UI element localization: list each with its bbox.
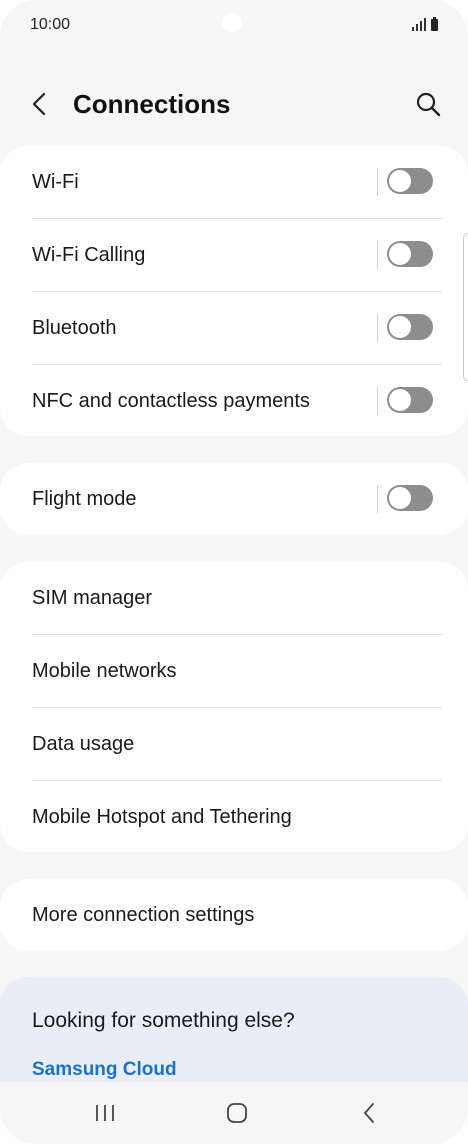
nfc-toggle[interactable] bbox=[387, 387, 433, 413]
settings-row-data-usage[interactable]: Data usage bbox=[32, 707, 442, 780]
row-label: Wi-Fi Calling bbox=[32, 243, 146, 266]
page-title: Connections bbox=[73, 89, 231, 119]
suggestion-title: Looking for something else? bbox=[32, 1009, 295, 1032]
row-label: Mobile networks bbox=[32, 659, 177, 682]
status-time: 10:00 bbox=[30, 16, 71, 33]
settings-row-sim-manager[interactable]: SIM manager bbox=[32, 562, 442, 634]
row-divider bbox=[377, 485, 378, 513]
battery-icon bbox=[431, 17, 438, 31]
suggestion-card: Looking for something else? Samsung Clou… bbox=[0, 977, 468, 1087]
search-button[interactable] bbox=[414, 90, 442, 118]
search-icon bbox=[416, 92, 441, 117]
toggle-knob bbox=[388, 242, 412, 266]
signal-bar-icon bbox=[420, 21, 422, 31]
row-label: Flight mode bbox=[32, 487, 137, 510]
status-bar: 10:00 bbox=[0, 0, 468, 50]
network-settings-group: SIM manager Mobile networks Data usage M… bbox=[0, 562, 468, 852]
row-label: NFC and contactless payments bbox=[32, 389, 310, 412]
back-button[interactable] bbox=[26, 90, 54, 118]
row-label: More connection settings bbox=[32, 903, 255, 926]
row-label: Wi-Fi bbox=[32, 170, 79, 193]
toggle-knob bbox=[388, 486, 412, 510]
toggle-knob bbox=[388, 169, 412, 193]
settings-row-nfc[interactable]: NFC and contactless payments bbox=[32, 364, 442, 437]
chevron-left-icon bbox=[32, 92, 46, 116]
signal-bar-icon bbox=[416, 24, 418, 31]
toggle-knob bbox=[388, 388, 412, 412]
samsung-cloud-link[interactable]: Samsung Cloud bbox=[32, 1059, 177, 1081]
wifi-calling-toggle[interactable] bbox=[387, 241, 433, 267]
settings-row-wifi[interactable]: Wi-Fi bbox=[32, 146, 442, 218]
more-settings-group: More connection settings bbox=[0, 879, 468, 951]
nav-back-button[interactable] bbox=[354, 1098, 384, 1128]
bluetooth-toggle[interactable] bbox=[387, 314, 433, 340]
row-divider bbox=[377, 168, 378, 196]
flight-mode-group: Flight mode bbox=[0, 463, 468, 535]
signal-battery-indicator bbox=[412, 17, 438, 31]
app-header: Connections bbox=[0, 70, 468, 140]
row-label: SIM manager bbox=[32, 586, 153, 609]
row-divider bbox=[377, 314, 378, 342]
row-divider bbox=[377, 387, 378, 415]
settings-row-bluetooth[interactable]: Bluetooth bbox=[32, 291, 442, 364]
system-nav-bar bbox=[0, 1082, 468, 1144]
settings-row-hotspot[interactable]: Mobile Hotspot and Tethering bbox=[32, 780, 442, 853]
phone-screen: 10:00 Connections Wi-Fi Wi-Fi Calling Bl… bbox=[0, 0, 468, 1144]
settings-row-more-connection[interactable]: More connection settings bbox=[32, 879, 442, 951]
row-divider bbox=[377, 241, 378, 269]
settings-row-wifi-calling[interactable]: Wi-Fi Calling bbox=[32, 218, 442, 291]
settings-row-flight-mode[interactable]: Flight mode bbox=[32, 463, 442, 535]
flight-mode-toggle[interactable] bbox=[387, 485, 433, 511]
row-label: Bluetooth bbox=[32, 316, 117, 339]
nav-back-icon bbox=[364, 1103, 374, 1123]
signal-bar-icon bbox=[412, 27, 414, 31]
recents-button[interactable] bbox=[90, 1098, 120, 1128]
scrollbar[interactable] bbox=[463, 233, 468, 381]
wifi-toggle[interactable] bbox=[387, 168, 433, 194]
row-label: Mobile Hotspot and Tethering bbox=[32, 805, 292, 828]
row-label: Data usage bbox=[32, 732, 135, 755]
toggles-group: Wi-Fi Wi-Fi Calling Bluetooth NFC and co… bbox=[0, 146, 468, 436]
toggle-knob bbox=[388, 315, 412, 339]
home-button[interactable] bbox=[222, 1098, 252, 1128]
home-icon bbox=[227, 1103, 247, 1123]
settings-row-mobile-networks[interactable]: Mobile networks bbox=[32, 634, 442, 707]
recents-icon bbox=[96, 1105, 114, 1121]
front-camera bbox=[222, 12, 242, 32]
signal-bar-icon bbox=[424, 18, 426, 31]
